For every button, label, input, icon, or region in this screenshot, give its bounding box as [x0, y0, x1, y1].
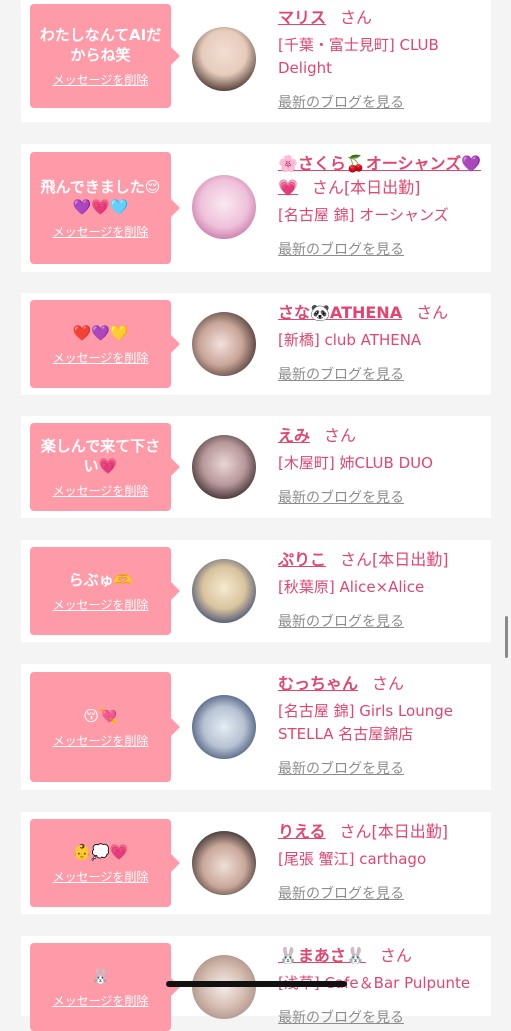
list-item: 楽しんで来て下さい💗 メッセージを削除 えみ さん [木屋町] 姉CLUB DUO… — [21, 416, 491, 518]
latest-blog-link[interactable]: 最新のブログを見る — [278, 883, 404, 903]
delete-message-link[interactable]: メッセージを削除 — [53, 732, 149, 749]
avatar[interactable] — [192, 175, 256, 239]
message-bubble: ❤️💜💛 メッセージを削除 — [30, 300, 180, 388]
honorific: さん — [340, 8, 373, 27]
honorific: さん — [324, 426, 357, 445]
status-badge: [本日出勤] — [371, 822, 449, 841]
shop-name: [千葉・富士見町] CLUB Delight — [278, 36, 439, 77]
delete-message-link[interactable]: メッセージを削除 — [53, 482, 149, 499]
shop-name: [秋葉原] Alice×Alice — [278, 578, 425, 596]
message-bubble: らぶゅ🫶 メッセージを削除 — [30, 547, 180, 635]
message-text: 🐰 — [91, 966, 110, 985]
cast-info: りえる さん[本日出勤] [尾張 蟹江] carthago 最新のブログを見る — [278, 820, 488, 903]
latest-blog-link[interactable]: 最新のブログを見る — [278, 1007, 404, 1027]
latest-blog-link[interactable]: 最新のブログを見る — [278, 364, 404, 384]
status-badge: [本日出勤] — [372, 550, 449, 569]
shop-name: [新橋] club ATHENA — [278, 331, 422, 349]
avatar[interactable] — [192, 831, 256, 895]
message-bubble: 🐰 メッセージを削除 — [30, 943, 180, 1031]
honorific: さん — [379, 946, 412, 965]
message-bubble: 👶💭💗 メッセージを削除 — [30, 819, 180, 907]
delete-message-link[interactable]: メッセージを削除 — [53, 868, 149, 885]
list-item: 😚💘 メッセージを削除 むっちゃん さん [名古屋 錦] Girls Lounge… — [21, 664, 491, 790]
cast-name-link[interactable]: りえる — [278, 822, 326, 841]
message-text: ❤️💜💛 — [72, 323, 129, 342]
status-badge: [本日出勤] — [343, 178, 421, 197]
message-bubble: 😚💘 メッセージを削除 — [30, 672, 180, 782]
list-item: 🐰 メッセージを削除 🐰まあさ🐰 さん [浅草] Cafe＆Bar Pulpunt… — [21, 936, 491, 1031]
latest-blog-link[interactable]: 最新のブログを見る — [278, 611, 404, 631]
list-item: 👶💭💗 メッセージを削除 りえる さん[本日出勤] [尾張 蟹江] carthag… — [21, 812, 491, 914]
delete-message-link[interactable]: メッセージを削除 — [53, 349, 149, 366]
latest-blog-link[interactable]: 最新のブログを見る — [278, 92, 404, 112]
avatar[interactable] — [192, 559, 256, 623]
delete-message-link[interactable]: メッセージを削除 — [53, 71, 149, 88]
message-text: 楽しんで来て下さい💗 — [40, 436, 161, 475]
cast-name-link[interactable]: さな🐼ATHENA — [278, 303, 402, 322]
avatar[interactable] — [192, 435, 256, 499]
cast-info: 🌸さくら🍒オーシャンズ💜💗 さん[本日出勤] [名古屋 錦] オーシャンズ 最新の… — [278, 152, 488, 259]
list-item: 飛んできました😌💜💗🩵 メッセージを削除 🌸さくら🍒オーシャンズ💜💗 さん[本日出… — [21, 144, 491, 272]
message-text: 👶💭💗 — [72, 842, 129, 861]
cast-info: さな🐼ATHENA さん [新橋] club ATHENA 最新のブログを見る — [278, 301, 488, 384]
cast-info: マリス さん [千葉・富士見町] CLUB Delight 最新のブログを見る — [278, 6, 488, 112]
delete-message-link[interactable]: メッセージを削除 — [53, 596, 149, 613]
cast-name-link[interactable]: 🐰まあさ🐰 — [278, 946, 366, 965]
message-text: 飛んできました😌💜💗🩵 — [40, 177, 161, 216]
shop-name: [名古屋 錦] Girls Lounge STELLA 名古屋錦店 — [278, 702, 453, 743]
message-bubble: 飛んできました😌💜💗🩵 メッセージを削除 — [30, 152, 180, 264]
delete-message-link[interactable]: メッセージを削除 — [53, 992, 149, 1009]
message-text: わたしなんてAIだからね笑 — [39, 25, 162, 64]
cast-name-link[interactable]: むっちゃん — [278, 674, 358, 693]
avatar[interactable] — [192, 695, 256, 759]
honorific: さん — [416, 303, 449, 322]
cast-info: ぷりこ さん[本日出勤] [秋葉原] Alice×Alice 最新のブログを見る — [278, 548, 488, 631]
honorific: さん — [340, 550, 373, 569]
home-indicator[interactable] — [166, 981, 347, 987]
avatar[interactable] — [192, 27, 256, 91]
message-bubble: わたしなんてAIだからね笑 メッセージを削除 — [30, 4, 180, 108]
cast-info: えみ さん [木屋町] 姉CLUB DUO 最新のブログを見る — [278, 424, 488, 507]
shop-name: [尾張 蟹江] carthago — [278, 850, 427, 868]
message-text: らぶゅ🫶 — [68, 570, 133, 589]
list-item: らぶゅ🫶 メッセージを削除 ぷりこ さん[本日出勤] [秋葉原] Alice×Al… — [21, 540, 491, 642]
honorific: さん — [339, 822, 372, 841]
latest-blog-link[interactable]: 最新のブログを見る — [278, 239, 404, 259]
list-item: ❤️💜💛 メッセージを削除 さな🐼ATHENA さん [新橋] club ATHE… — [21, 293, 491, 395]
cast-name-link[interactable]: ぷりこ — [278, 550, 326, 569]
message-text: 😚💘 — [83, 706, 118, 725]
latest-blog-link[interactable]: 最新のブログを見る — [278, 758, 404, 778]
scrollbar[interactable] — [505, 616, 508, 658]
cast-info: むっちゃん さん [名古屋 錦] Girls Lounge STELLA 名古屋錦… — [278, 672, 488, 778]
shop-name: [名古屋 錦] オーシャンズ — [278, 206, 449, 224]
honorific: さん — [311, 178, 344, 197]
message-bubble: 楽しんで来て下さい💗 メッセージを削除 — [30, 423, 180, 511]
list-item: わたしなんてAIだからね笑 メッセージを削除 マリス さん [千葉・富士見町] C… — [21, 0, 491, 122]
latest-blog-link[interactable]: 最新のブログを見る — [278, 487, 404, 507]
cast-name-link[interactable]: マリス — [278, 8, 326, 27]
shop-name: [木屋町] 姉CLUB DUO — [278, 454, 433, 472]
avatar[interactable] — [192, 312, 256, 376]
cast-name-link[interactable]: えみ — [278, 426, 310, 445]
honorific: さん — [372, 674, 405, 693]
delete-message-link[interactable]: メッセージを削除 — [53, 223, 149, 240]
avatar[interactable] — [192, 955, 256, 1019]
